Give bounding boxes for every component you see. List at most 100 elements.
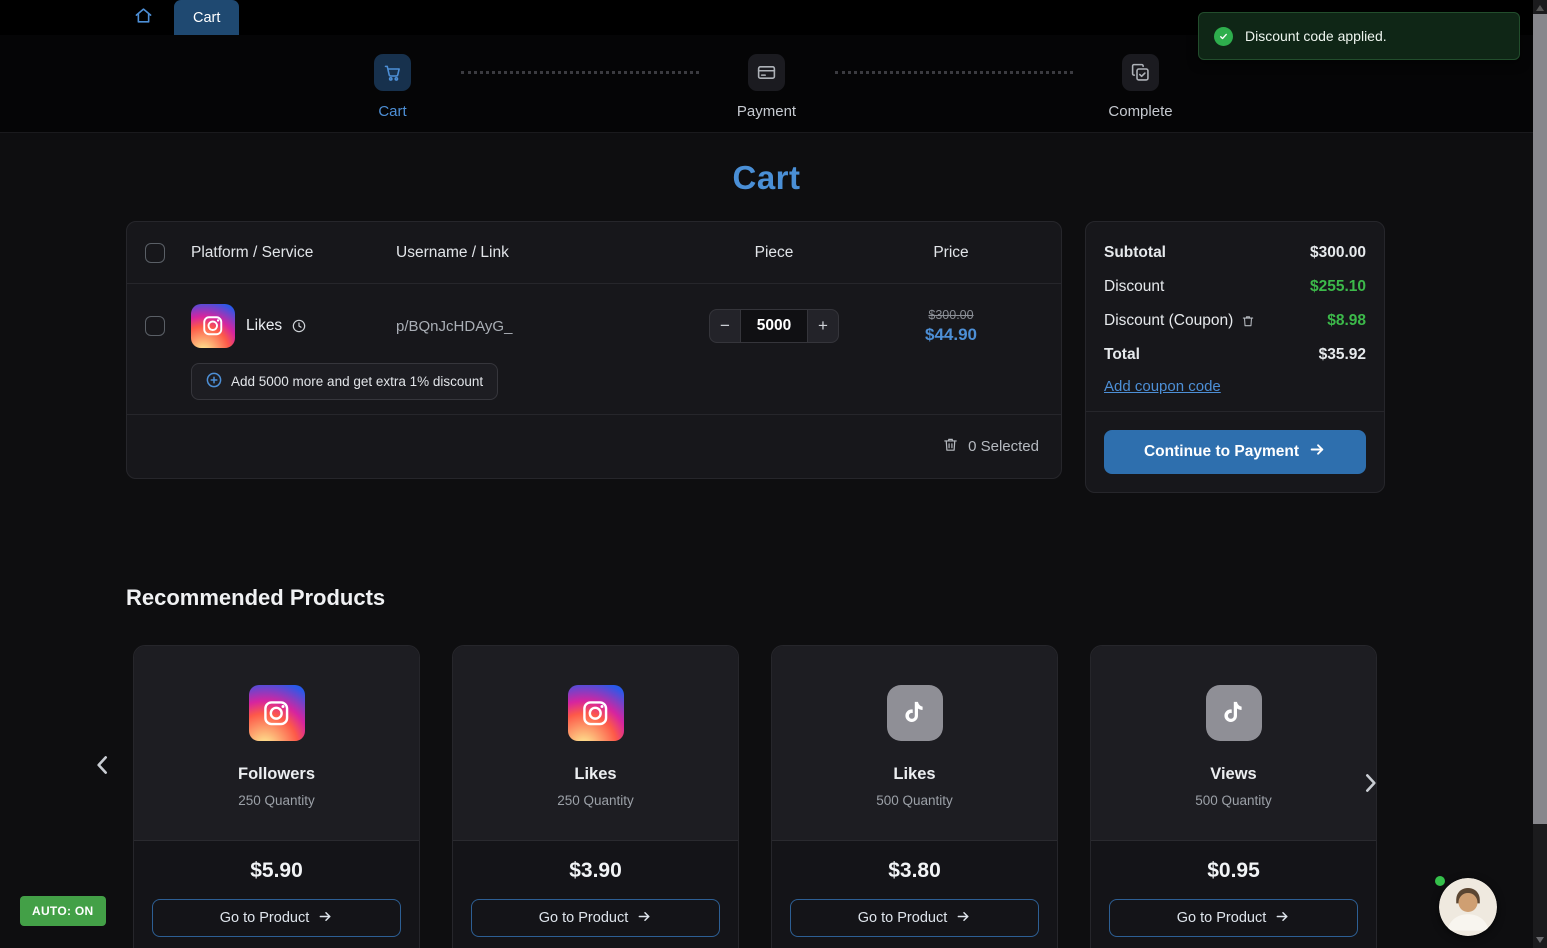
stepper-connector <box>834 71 1073 132</box>
continue-button-label: Continue to Payment <box>1143 443 1299 460</box>
scroll-up-icon[interactable] <box>1536 5 1544 11</box>
complete-check-icon <box>1122 54 1159 91</box>
summary-subtotal: Subtotal $300.00 <box>1104 236 1366 270</box>
check-circle-icon <box>1214 26 1233 46</box>
tab-cart[interactable]: Cart <box>174 0 240 35</box>
carousel-prev-button[interactable] <box>86 745 120 788</box>
stepper-connector <box>460 71 699 132</box>
product-name: Followers <box>237 765 315 783</box>
product-quantity: 250 Quantity <box>557 793 634 808</box>
step-cart-label: Cart <box>378 103 407 120</box>
discount-label: Discount <box>1104 278 1165 295</box>
quantity-stepper: − + <box>689 309 859 343</box>
coupon-label: Discount (Coupon) <box>1104 312 1234 329</box>
product-price: $0.95 <box>1207 859 1260 882</box>
arrow-right-icon <box>1275 909 1290 928</box>
page-container: Cart Discount code applied. Cart Payment <box>0 0 1533 948</box>
recommended-products: Recommended Products Followers 250 Quant… <box>97 585 1387 948</box>
plus-circle-icon <box>206 372 222 391</box>
continue-to-payment-button[interactable]: Continue to Payment <box>1104 430 1366 474</box>
cart-table: Platform / Service Username / Link Piece… <box>126 221 1062 479</box>
original-price: $300.00 <box>928 307 974 322</box>
go-to-product-label: Go to Product <box>1176 910 1267 926</box>
go-to-product-label: Go to Product <box>538 910 629 926</box>
scroll-down-icon[interactable] <box>1536 937 1544 943</box>
clock-icon[interactable] <box>291 318 307 334</box>
total-value: $35.92 <box>1318 346 1366 363</box>
col-piece: Piece <box>754 243 794 261</box>
product-name: Likes <box>574 765 617 783</box>
instagram-icon <box>567 685 624 741</box>
auto-mode-badge[interactable]: AUTO: ON <box>20 896 106 926</box>
coupon-value: $8.98 <box>1327 312 1366 329</box>
item-link: p/BQnJcHDAyG_ <box>396 317 513 335</box>
step-payment[interactable]: Payment <box>719 54 815 132</box>
chevron-left-icon <box>90 756 116 784</box>
carousel-next-button[interactable] <box>1353 763 1387 806</box>
promo-text: Add 5000 more and get extra 1% discount <box>231 374 484 389</box>
product-price: $3.90 <box>569 859 622 882</box>
go-to-product-button[interactable]: Go to Product <box>790 899 1039 937</box>
quantity-input[interactable] <box>741 309 807 343</box>
cart-item-row: Likes p/BQnJcHDAyG_ − + <box>127 284 1061 415</box>
order-summary: Subtotal $300.00 Discount $255.10 Discou… <box>1085 221 1385 493</box>
summary-total: Total $35.92 <box>1104 338 1366 372</box>
shopping-cart-icon <box>374 54 411 91</box>
arrow-right-icon <box>1309 441 1326 463</box>
table-footer: 0 Selected <box>127 415 1061 478</box>
instagram-icon <box>191 304 235 348</box>
toast-notification: Discount code applied. <box>1198 12 1520 60</box>
product-quantity: 500 Quantity <box>1195 793 1272 808</box>
main-content: Platform / Service Username / Link Piece… <box>0 221 1533 948</box>
summary-coupon: Discount (Coupon) $8.98 <box>1104 304 1366 338</box>
credit-card-icon <box>748 54 785 91</box>
product-name: Likes <box>893 765 936 783</box>
go-to-product-button[interactable]: Go to Product <box>471 899 720 937</box>
summary-discount: Discount $255.10 <box>1104 270 1366 304</box>
scrollbar-thumb[interactable] <box>1533 14 1547 824</box>
arrow-right-icon <box>318 909 333 928</box>
promo-chip[interactable]: Add 5000 more and get extra 1% discount <box>191 363 499 400</box>
total-label: Total <box>1104 346 1140 363</box>
product-price: $3.80 <box>888 859 941 882</box>
page-title: Cart <box>732 159 801 196</box>
go-to-product-button[interactable]: Go to Product <box>1109 899 1358 937</box>
select-all-checkbox[interactable] <box>145 242 165 263</box>
avatar-image <box>1439 878 1497 936</box>
support-chat-avatar[interactable] <box>1439 878 1497 936</box>
product-price: $5.90 <box>250 859 303 882</box>
quantity-decrease-button[interactable]: − <box>709 309 741 343</box>
service-name: Likes <box>246 317 283 334</box>
go-to-product-label: Go to Product <box>857 910 948 926</box>
row-checkbox[interactable] <box>145 316 165 336</box>
step-cart[interactable]: Cart <box>345 54 441 132</box>
product-card: Views 500 Quantity $0.95 Go to Product <box>1090 645 1377 948</box>
product-card: Likes 500 Quantity $3.80 Go to Product <box>771 645 1058 948</box>
arrow-right-icon <box>956 909 971 928</box>
page-scrollbar <box>1533 0 1547 948</box>
trash-icon[interactable] <box>942 436 959 457</box>
col-username-link: Username / Link <box>396 243 509 261</box>
col-platform-service: Platform / Service <box>191 243 314 261</box>
add-coupon-link[interactable]: Add coupon code <box>1104 378 1221 395</box>
go-to-product-button[interactable]: Go to Product <box>152 899 401 937</box>
instagram-icon <box>248 685 305 741</box>
go-to-product-label: Go to Product <box>219 910 310 926</box>
step-complete-label: Complete <box>1108 103 1173 120</box>
subtotal-value: $300.00 <box>1309 244 1366 261</box>
step-complete[interactable]: Complete <box>1093 54 1189 132</box>
toast-message: Discount code applied. <box>1245 28 1387 44</box>
discounted-price: $44.90 <box>925 324 977 344</box>
arrow-right-icon <box>637 909 652 928</box>
tiktok-icon <box>886 685 943 741</box>
tiktok-icon <box>1205 685 1262 741</box>
subtotal-label: Subtotal <box>1104 244 1166 261</box>
remove-coupon-trash-icon[interactable] <box>1241 314 1255 328</box>
home-button[interactable] <box>126 0 160 35</box>
col-price: Price <box>933 243 969 261</box>
recommended-title: Recommended Products <box>126 585 386 610</box>
table-header: Platform / Service Username / Link Piece… <box>127 222 1061 284</box>
product-quantity: 250 Quantity <box>238 793 315 808</box>
tab-cart-label: Cart <box>193 9 221 26</box>
quantity-increase-button[interactable]: + <box>807 309 839 343</box>
